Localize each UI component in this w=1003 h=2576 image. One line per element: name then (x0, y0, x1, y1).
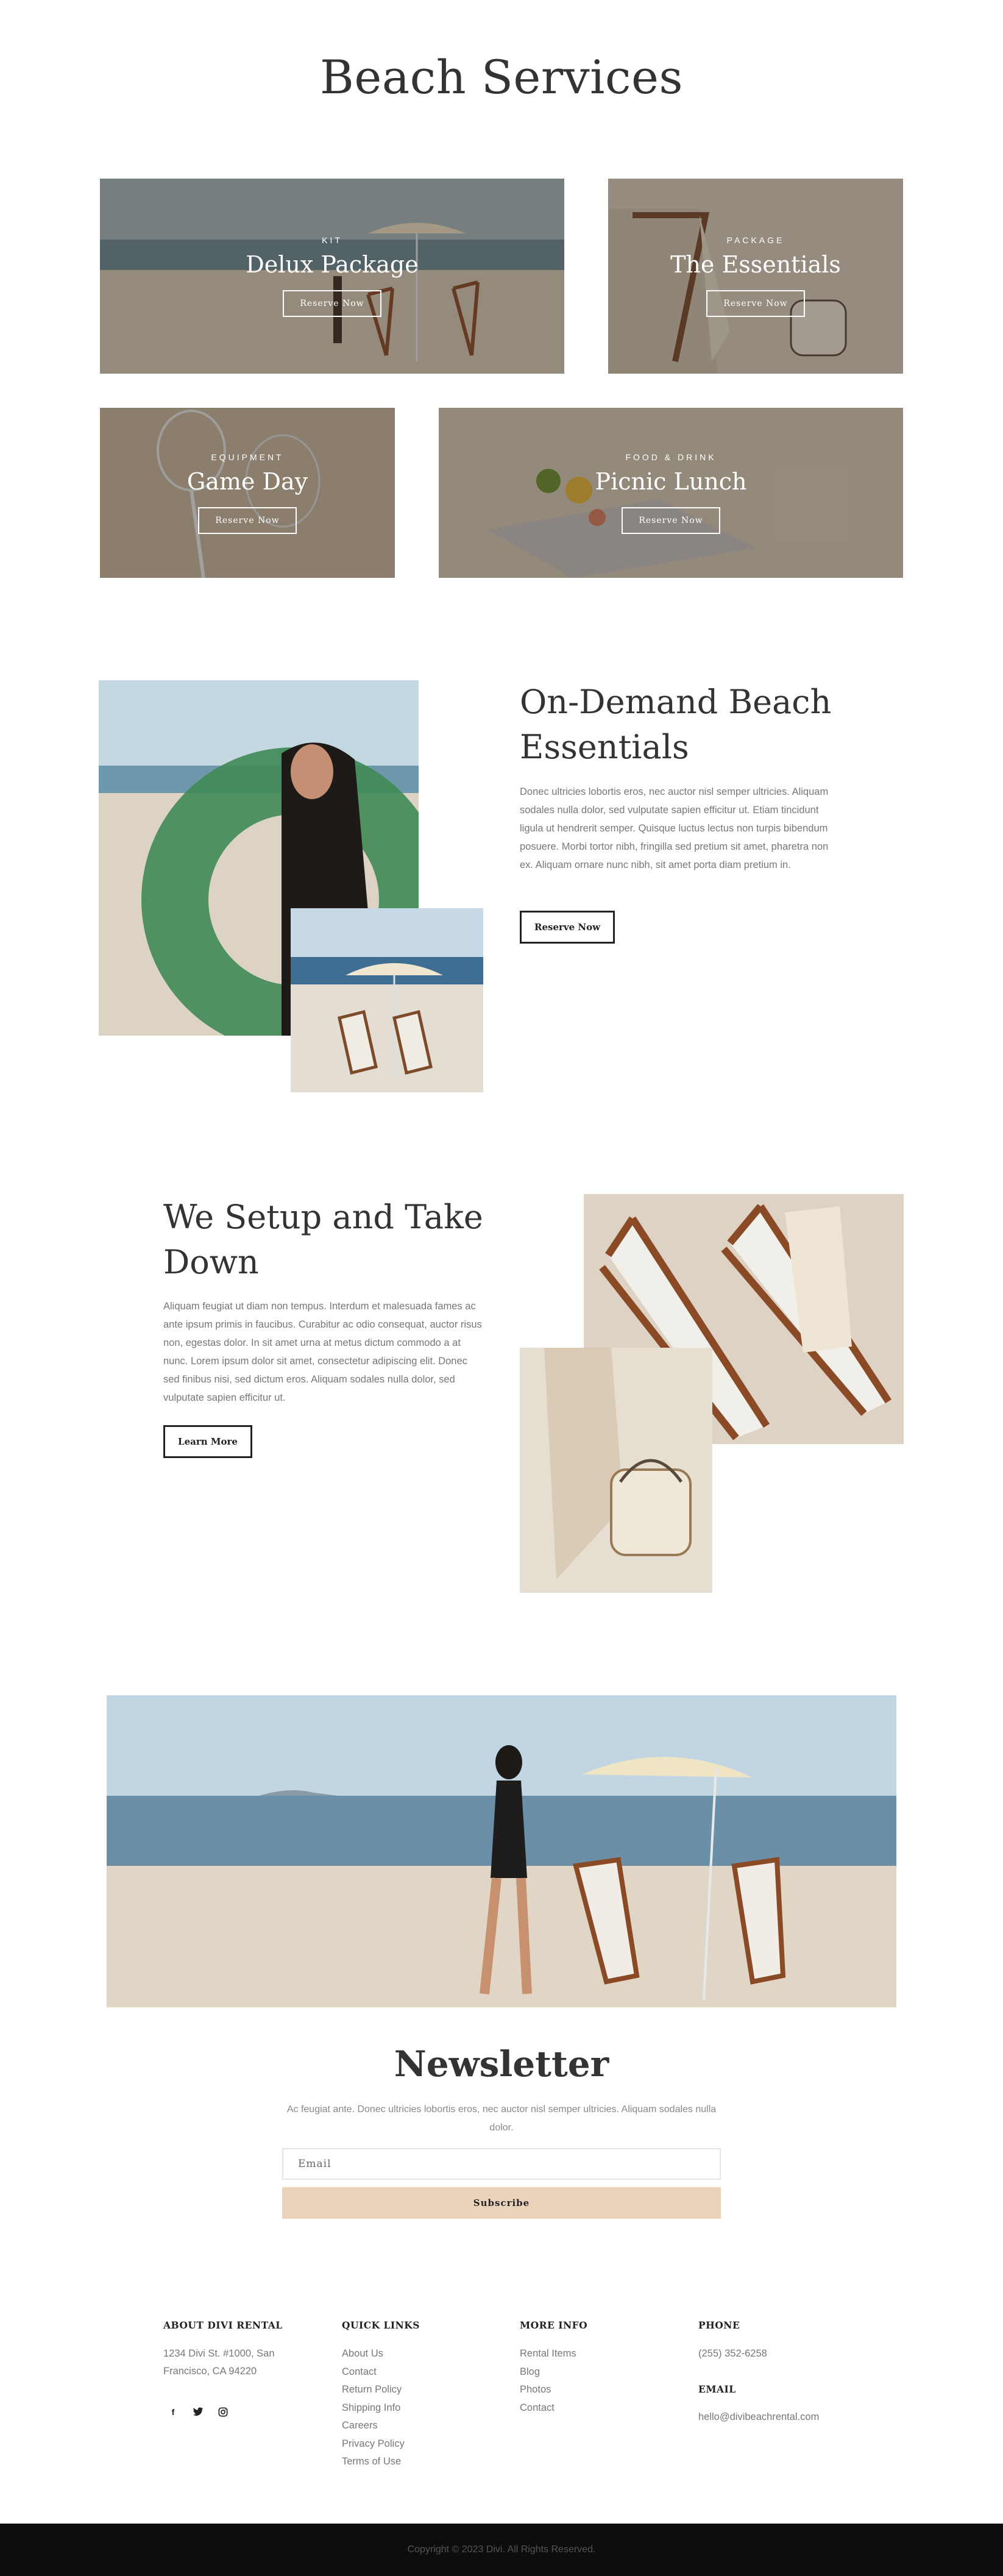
card-title: Game Day (186, 468, 308, 495)
card-tag: KIT (322, 235, 342, 245)
quick-links-list: About Us Contact Return Policy Shipping … (342, 2345, 405, 2471)
footer-link-rental-items[interactable]: Rental Items (520, 2345, 576, 2363)
footer-phone-heading: PHONE (698, 2319, 740, 2331)
card-title: Picnic Lunch (595, 468, 747, 495)
service-card-essentials[interactable]: PACKAGE The Essentials Reserve Now (608, 179, 903, 374)
reserve-now-button[interactable]: Reserve Now (706, 290, 805, 317)
more-info-list: Rental Items Blog Photos Contact (520, 2345, 576, 2417)
footer-link-blog[interactable]: Blog (520, 2363, 576, 2382)
service-card-delux[interactable]: KIT Delux Package Reserve Now (100, 179, 564, 374)
service-card-picnic[interactable]: FOOD & DRINK Picnic Lunch Reserve Now (439, 408, 903, 578)
footer-email-value[interactable]: hello@divibeachrental.com (698, 2408, 819, 2427)
footer-link-contact-2[interactable]: Contact (520, 2399, 576, 2418)
footer-link-about-us[interactable]: About Us (342, 2345, 405, 2363)
footer-phone-value[interactable]: (255) 352-6258 (698, 2345, 767, 2363)
setup-heading: We Setup and Take Down (163, 1198, 483, 1281)
beach-banner-image (107, 1695, 896, 2007)
on-demand-heading: On-Demand Beach Essentials (520, 683, 832, 766)
newsletter-title: Newsletter (394, 2043, 609, 2085)
learn-more-button[interactable]: Learn More (163, 1425, 252, 1458)
twitter-icon[interactable] (191, 2405, 205, 2419)
setup-text: Aliquam feugiat ut diam non tempus. Inte… (163, 1301, 482, 1403)
footer-quick-links-heading: QUICK LINKS (342, 2319, 420, 2331)
newsletter-text: Ac feugiat ante. Donec ultricies loborti… (286, 2104, 717, 2133)
card-tag: EQUIPMENT (211, 452, 284, 462)
card-tag: FOOD & DRINK (625, 452, 717, 462)
reserve-now-button[interactable]: Reserve Now (283, 290, 381, 317)
service-card-game-day[interactable]: EQUIPMENT Game Day Reserve Now (100, 408, 395, 578)
email-field[interactable] (282, 2148, 721, 2180)
card-tag: PACKAGE (726, 235, 785, 245)
footer-address-line2: Francisco, CA 94220 (163, 2366, 257, 2377)
footer-link-photos[interactable]: Photos (520, 2381, 576, 2399)
footer-link-shipping-info[interactable]: Shipping Info (342, 2399, 405, 2418)
footer-about-heading: ABOUT DIVI RENTAL (163, 2319, 283, 2331)
card-title: The Essentials (670, 251, 841, 278)
reserve-now-button[interactable]: Reserve Now (622, 507, 720, 534)
footer-link-contact[interactable]: Contact (342, 2363, 405, 2382)
page-title: Beach Services (320, 50, 683, 104)
blanket-basket-image (520, 1348, 712, 1593)
on-demand-text: Donec ultricies lobortis eros, nec aucto… (520, 786, 829, 870)
card-title: Delux Package (246, 251, 419, 278)
instagram-icon[interactable] (216, 2405, 230, 2419)
copyright-text: Copyright © 2023 Divi. All Rights Reserv… (407, 2544, 596, 2555)
bottom-bar: Copyright © 2023 Divi. All Rights Reserv… (0, 2524, 1003, 2576)
facebook-icon[interactable]: f (166, 2405, 180, 2419)
footer-link-careers[interactable]: Careers (342, 2417, 405, 2435)
footer-address-line1: 1234 Divi St. #1000, San (163, 2348, 275, 2359)
footer-more-info-heading: MORE INFO (520, 2319, 588, 2331)
footer-link-privacy-policy[interactable]: Privacy Policy (342, 2435, 405, 2453)
footer-email-heading: EMAIL (698, 2383, 736, 2395)
footer-link-terms-of-use[interactable]: Terms of Use (342, 2453, 405, 2471)
footer-link-return-policy[interactable]: Return Policy (342, 2381, 405, 2399)
reserve-now-button[interactable]: Reserve Now (198, 507, 297, 534)
beach-chairs-image (291, 908, 483, 1092)
subscribe-button[interactable]: Subscribe (282, 2187, 721, 2219)
reserve-now-button[interactable]: Reserve Now (520, 911, 615, 944)
